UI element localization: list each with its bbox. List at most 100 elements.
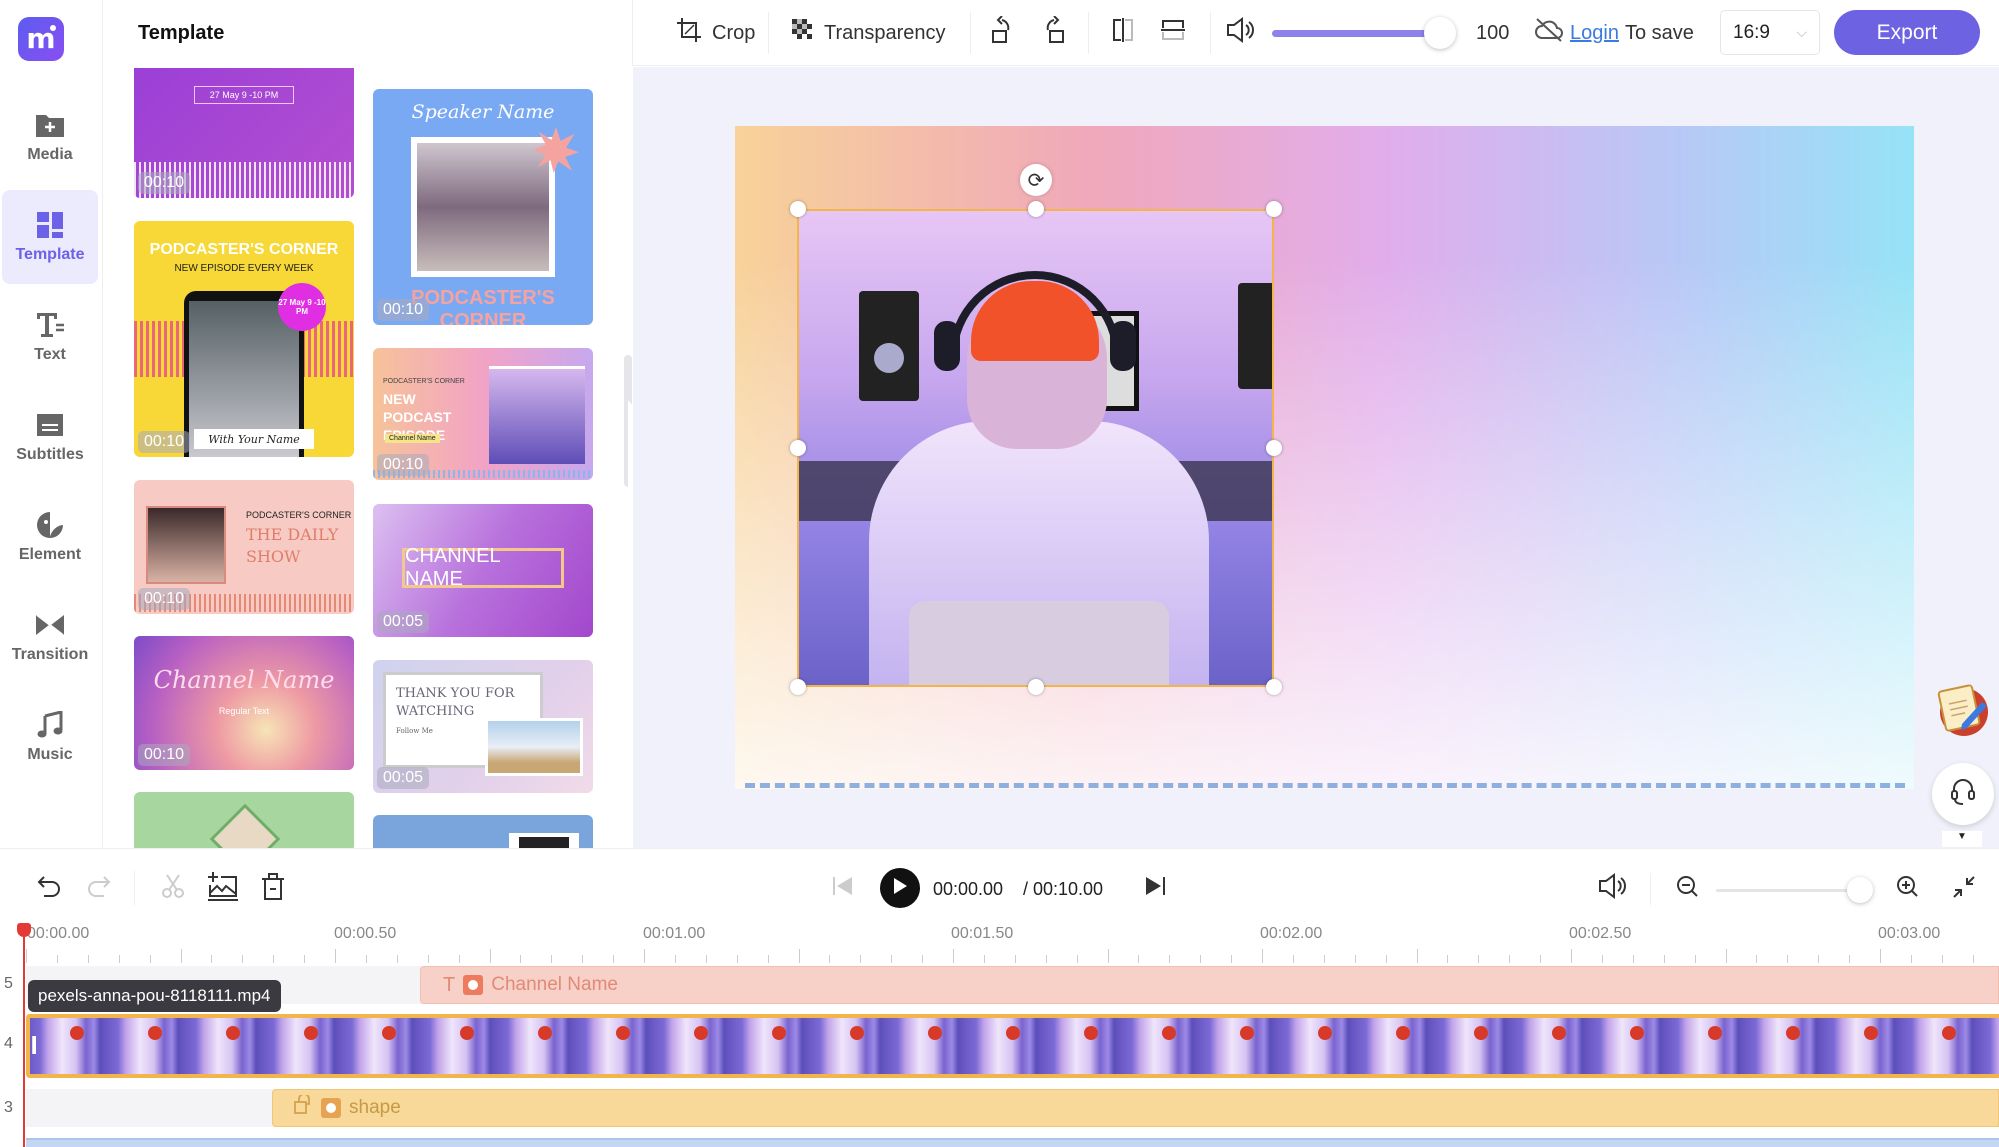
volume-value: 100 [1476,0,1509,66]
collapse-timeline-button[interactable] [1950,875,1978,903]
split-button[interactable] [158,873,188,903]
template-card[interactable] [134,792,354,848]
video-frame-thumbnail [850,1026,864,1040]
sidebar-item-text[interactable]: Text [2,290,98,384]
transparency-checker-icon [792,19,814,47]
template-card[interactable]: PODCASTER'S CORNER THE DAILY SHOW 00:10 [134,480,354,614]
resize-handle-right[interactable] [1266,440,1282,456]
login-link[interactable]: Login [1570,22,1619,45]
video-frame-thumbnail [928,1026,942,1040]
skip-to-end-button[interactable] [1142,875,1168,901]
resize-handle-bottom[interactable] [1028,679,1044,695]
video-frame-thumbnail [1084,1026,1098,1040]
aspect-ratio-select[interactable]: 16:9 ⌵ [1720,10,1820,55]
video-clip[interactable] [26,1014,1999,1078]
time-tick-label: 00:01.00 [643,925,706,942]
template-card[interactable]: Channel Name Regular Text 00:10 [134,636,354,770]
skip-to-start-button[interactable] [830,875,856,901]
ruler-major-tick [26,949,27,963]
resize-handle-top-left[interactable] [790,201,806,217]
ruler-minor-tick [1231,955,1233,963]
ruler-minor-tick [551,955,553,963]
template-card[interactable]: PODCASTER'S CORNER NEW EPISODE EVERY WEE… [134,221,354,457]
delete-button[interactable] [258,871,288,905]
zoom-in-button[interactable] [1894,875,1920,901]
shape-clip[interactable]: shape [272,1089,1999,1127]
export-button[interactable]: Export [1834,10,1980,55]
video-frame-thumbnail [1786,1026,1800,1040]
timeline-zoom-handle[interactable] [1846,877,1873,903]
sidebar-item-subtitles[interactable]: Subtitles [2,390,98,484]
ruler-minor-tick [1416,949,1418,963]
volume-slider-handle[interactable] [1424,17,1456,49]
template-grid-icon [35,210,65,240]
time-ruler[interactable] [26,949,1999,963]
resize-handle-left[interactable] [790,440,806,456]
ruler-minor-tick [767,955,769,963]
ruler-minor-tick [705,955,707,963]
video-frame-thumbnail [1864,1026,1878,1040]
background-clip[interactable] [26,1138,1999,1147]
ruler-minor-tick [1323,955,1325,963]
ruler-minor-tick [1756,955,1758,963]
template-card[interactable]: CHANNEL NAME 00:05 [373,504,593,637]
selected-video-element[interactable] [797,209,1274,687]
volume-slider[interactable] [1272,30,1440,37]
rotate-right-button[interactable] [1040,0,1066,66]
collapse-support-button[interactable]: ▼ [1942,831,1982,847]
clip-trim-handle[interactable] [32,1036,36,1054]
video-frame-thumbnail [1006,1026,1020,1040]
time-tick-label: 00:03.00 [1878,925,1941,942]
feedback-notepad-button[interactable] [1932,678,1992,738]
video-frame-thumbnail [1240,1026,1254,1040]
resize-handle-bottom-right[interactable] [1266,679,1282,695]
template-card[interactable] [373,815,593,848]
sidebar-item-element[interactable]: Element [2,490,98,584]
sidebar-item-label: Element [18,546,82,563]
rotate-left-button[interactable] [990,0,1016,66]
ruler-minor-tick [489,949,491,963]
ruler-minor-tick [674,955,676,963]
time-tick-label: 00:01.50 [951,925,1014,942]
rotate-handle[interactable]: ⟳ [1020,164,1052,196]
redo-button[interactable] [84,873,114,903]
video-frame-thumbnail [1708,1026,1722,1040]
template-duration: 00:10 [377,454,430,476]
flip-vertical-button[interactable] [1160,0,1186,66]
play-button[interactable] [880,868,920,908]
sidebar-item-transition[interactable]: Transition [2,590,98,684]
template-card[interactable]: THANK YOU FOR WATCHING Follow Me 00:05 [373,660,593,793]
ruler-major-tick [1571,949,1572,963]
undo-button[interactable] [34,873,64,903]
video-frame-thumbnail [148,1026,162,1040]
sidebar-item-music[interactable]: Music [2,690,98,784]
text-clip[interactable]: T Channel Name [420,966,1999,1004]
template-card[interactable]: PODCASTER'S CORNER NEW PODCAST EPISODE C… [373,348,593,480]
ruler-minor-tick [1787,955,1789,963]
crop-button[interactable]: Crop [676,0,755,66]
ruler-minor-tick [242,955,244,963]
transparency-button[interactable]: Transparency [792,0,946,66]
app-logo[interactable]: m [18,17,64,61]
flip-horizontal-button[interactable] [1110,0,1136,66]
ruler-minor-tick [1632,955,1634,963]
template-card[interactable]: 27 May 9 -10 PM 00:10 [134,68,354,198]
timeline-volume-button[interactable] [1596,871,1630,905]
playhead[interactable] [17,923,31,1147]
resize-handle-bottom-left[interactable] [790,679,806,695]
resize-handle-top[interactable] [1028,201,1044,217]
template-subtitle: NEW EPISODE EVERY WEEK [174,263,314,274]
template-duration: 00:05 [377,767,430,789]
customer-support-button[interactable] [1932,763,1994,825]
template-card[interactable]: Speaker Name PODCASTER'S CORNER 00:10 [373,89,593,325]
sidebar-item-template[interactable]: Template [2,190,98,284]
sidebar-item-media[interactable]: Media [2,90,98,184]
resize-handle-top-right[interactable] [1266,201,1282,217]
template-badge: 27 May 9 -10 PM [278,283,326,331]
add-image-button[interactable] [206,871,240,905]
sidebar-item-label: Music [27,746,73,763]
total-duration: / 00:10.00 [1023,879,1104,899]
aspect-ratio-value: 16:9 [1733,21,1770,43]
zoom-out-button[interactable] [1674,875,1700,901]
volume-button[interactable] [1226,0,1256,66]
